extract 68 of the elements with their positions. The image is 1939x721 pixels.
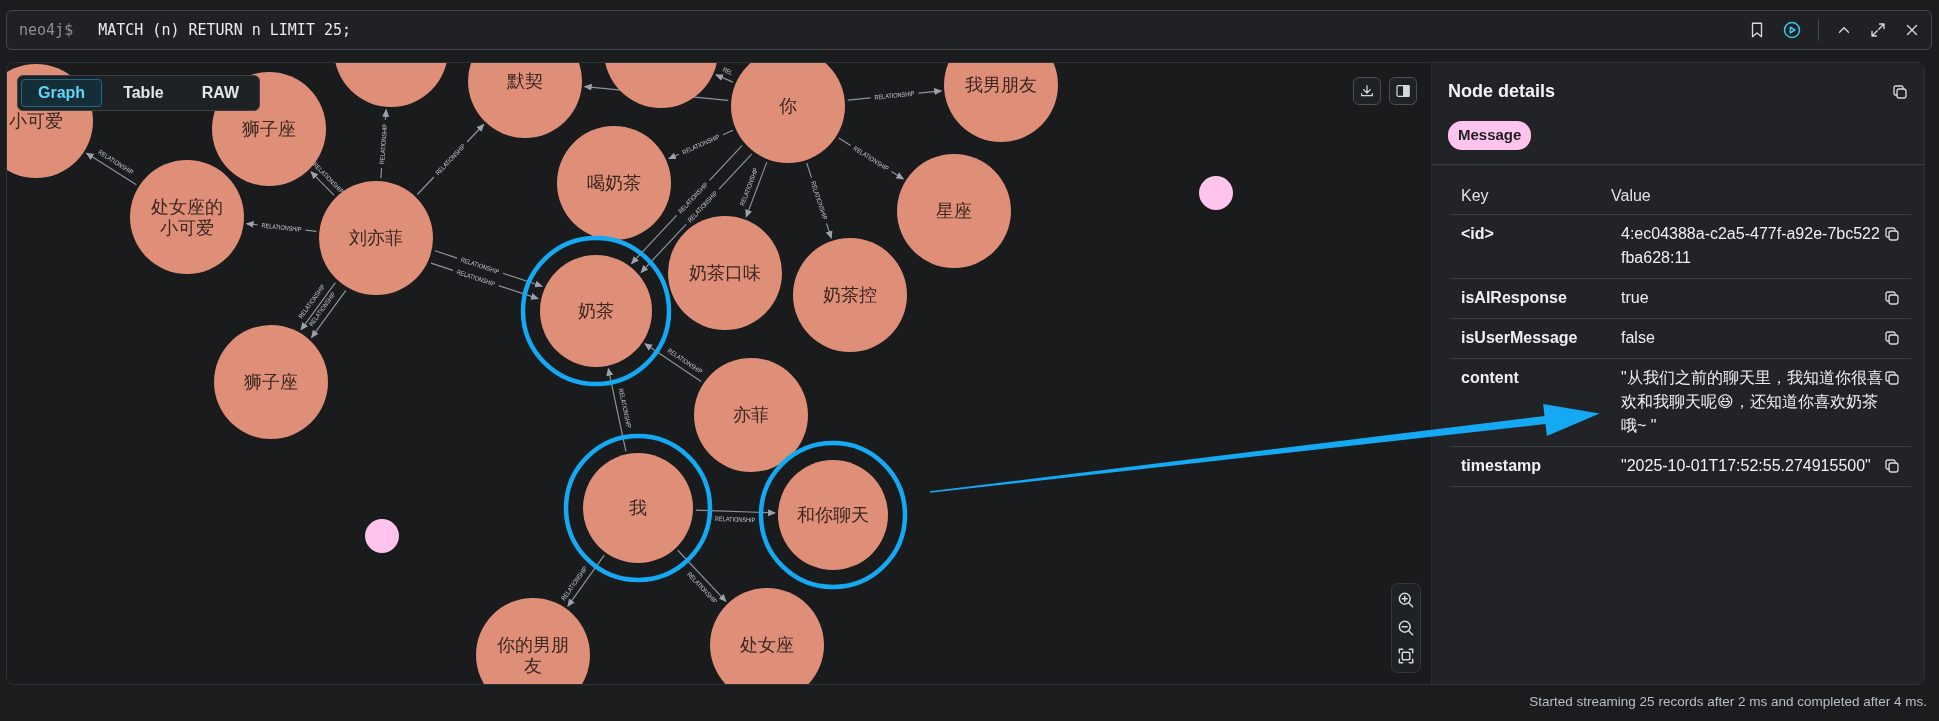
- node-caption: 刘亦菲: [349, 228, 403, 248]
- copy-icon[interactable]: [1883, 328, 1901, 347]
- graph-node[interactable]: [334, 63, 448, 107]
- graph-node[interactable]: [540, 255, 652, 367]
- property-value: "2025-10-01T17:52:55.274915500": [1620, 455, 1872, 476]
- prompt-text: neo4j$: [19, 19, 74, 41]
- graph-node[interactable]: [731, 63, 845, 163]
- view-tab[interactable]: RAW: [184, 79, 257, 107]
- graph-node[interactable]: [793, 238, 907, 352]
- status-message: Started streaming 25 records after 2 ms and completed after 4 ms.: [1529, 692, 1927, 711]
- property-value: false: [1620, 327, 1656, 348]
- node-caption: 小可爱: [9, 111, 63, 131]
- graph-node[interactable]: [604, 63, 718, 108]
- expand-icon[interactable]: [1869, 21, 1887, 39]
- panel-title: Node details: [1448, 80, 1556, 103]
- graph-node[interactable]: [778, 460, 888, 570]
- run-icon[interactable]: [1782, 20, 1802, 40]
- panel-toggle-button[interactable]: [1389, 77, 1417, 105]
- node-caption: 奶茶控: [823, 285, 877, 305]
- view-tab[interactable]: Graph: [21, 79, 103, 107]
- node-caption: 默契: [507, 71, 543, 91]
- property-key: isUserMessage: [1461, 325, 1611, 350]
- sidebar-icon: [1395, 83, 1411, 99]
- node-caption: 亦菲: [733, 405, 769, 425]
- node-caption: 喝奶茶: [587, 173, 641, 193]
- column-header: Value: [1611, 185, 1652, 206]
- view-tab[interactable]: Table: [106, 79, 181, 107]
- copy-icon[interactable]: [1883, 224, 1901, 243]
- graph-node[interactable]: [468, 63, 582, 138]
- query-text: MATCH (n) RETURN n LIMIT 25;: [98, 19, 353, 41]
- node-caption: 奶茶口味: [689, 263, 761, 283]
- graph-node[interactable]: [897, 154, 1011, 268]
- graph-node[interactable]: [214, 325, 328, 439]
- fit-view-icon[interactable]: [1396, 646, 1416, 666]
- node-caption: 和你聊天: [797, 505, 869, 525]
- node-label-tag[interactable]: Message: [1448, 121, 1532, 150]
- graph-node[interactable]: [365, 519, 399, 553]
- graph-node[interactable]: [583, 453, 693, 563]
- property-value: "从我们之前的聊天里，我知道你很喜欢和我聊天呢😆，还知道你喜欢奶茶哦~ ": [1620, 367, 1883, 436]
- zoom-in-icon[interactable]: [1396, 590, 1416, 610]
- node-caption: 你: [779, 96, 797, 116]
- property-key: <id>: [1461, 221, 1611, 270]
- property-value: true: [1620, 287, 1650, 308]
- graph-node[interactable]: [944, 63, 1058, 142]
- node-caption: 处女座: [740, 635, 794, 655]
- node-caption: 我男朋友: [965, 75, 1037, 95]
- download-icon: [1359, 83, 1375, 99]
- node-caption: 奶茶: [578, 301, 614, 321]
- copy-icon[interactable]: [1883, 368, 1901, 387]
- copy-icon[interactable]: [1883, 288, 1901, 307]
- node-caption: 星座: [936, 201, 972, 221]
- property-key: isAIResponse: [1461, 285, 1611, 310]
- zoom-out-icon[interactable]: [1396, 618, 1416, 638]
- graph-node[interactable]: [557, 126, 671, 240]
- download-button[interactable]: [1353, 77, 1381, 105]
- node-caption: 你的男朋友: [497, 634, 569, 676]
- column-header: Key: [1461, 185, 1490, 206]
- property-value: 4:ec04388a-c2a5-477f-a92e-7bc522fba628:11: [1620, 223, 1881, 268]
- query-editor[interactable]: neo4j$ MATCH (n) RETURN n LIMIT 25;: [6, 10, 1932, 50]
- copy-icon[interactable]: [1891, 82, 1909, 101]
- node-caption: 处女座的小可爱: [151, 196, 223, 238]
- graph-node[interactable]: [1199, 176, 1233, 210]
- node-caption: 狮子座: [244, 372, 298, 392]
- property-key: timestamp: [1461, 453, 1611, 478]
- property-key: content: [1461, 365, 1611, 438]
- node-caption: 我: [629, 498, 647, 518]
- node-caption: 狮子座: [242, 119, 296, 139]
- copy-icon[interactable]: [1883, 456, 1901, 475]
